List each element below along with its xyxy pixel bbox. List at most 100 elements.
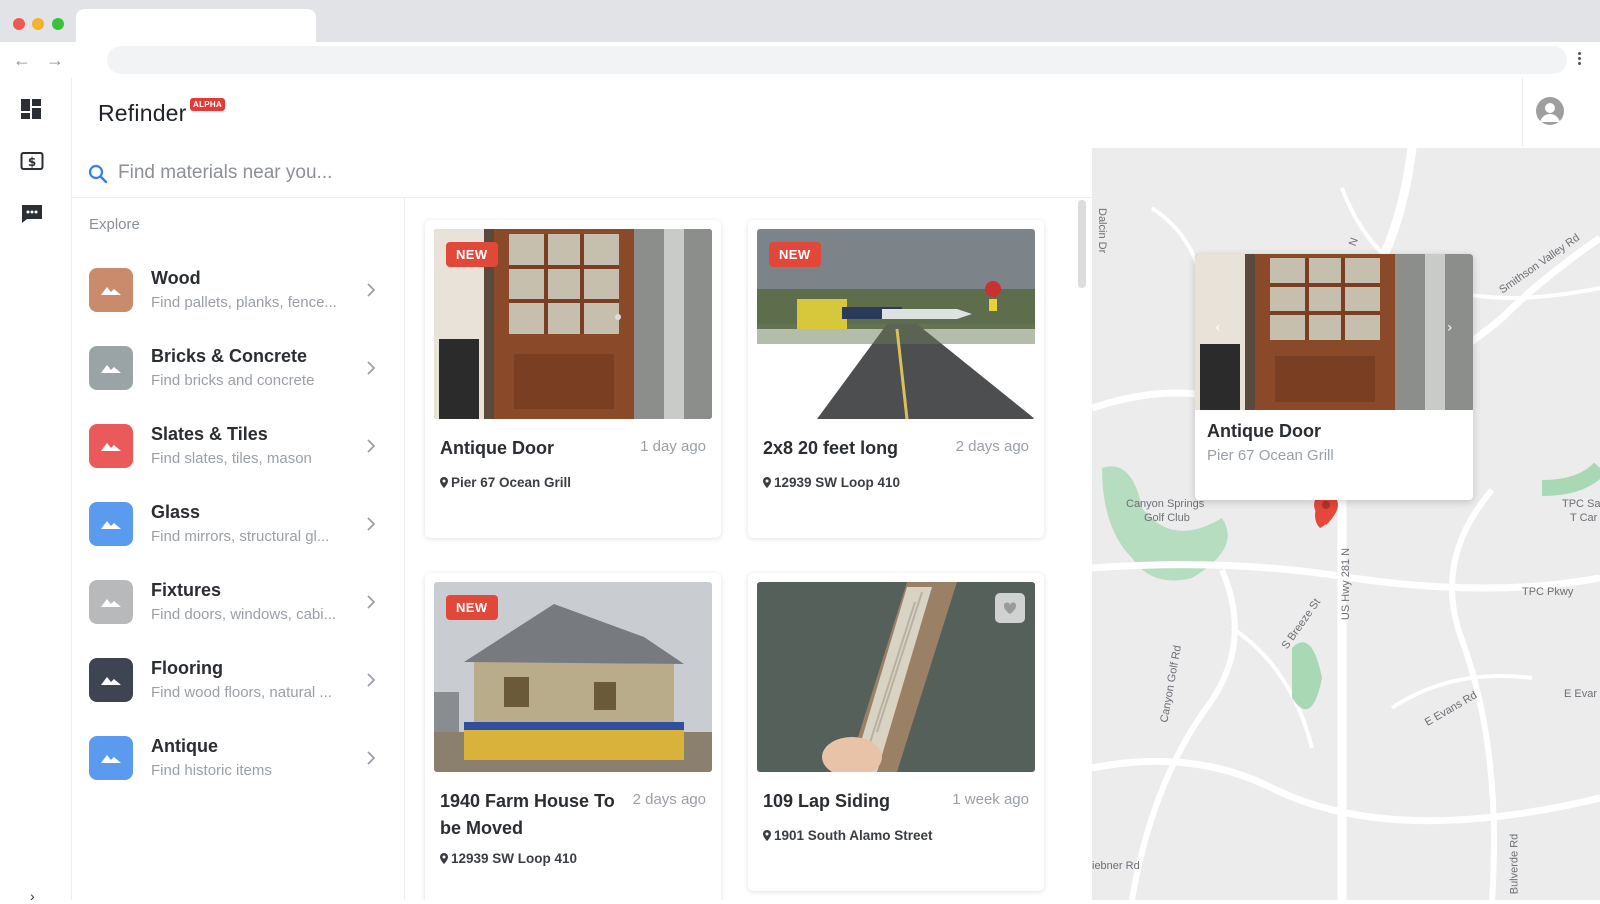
category-glass[interactable]: Glass Find mirrors, structural gl... (72, 490, 404, 560)
search-bar (72, 148, 1092, 198)
listing-time: 2 days ago (955, 438, 1029, 455)
nav-rail: $ › (0, 78, 72, 904)
category-wood[interactable]: Wood Find pallets, planks, fence... (72, 256, 404, 326)
explore-heading: Explore (89, 216, 140, 233)
map-label: Canyon Springs (1126, 498, 1205, 510)
map-label: T Car (1570, 512, 1598, 524)
chevron-right-icon (367, 439, 376, 453)
new-badge: NEW (769, 242, 821, 267)
chevron-right-icon (367, 517, 376, 531)
address-bar[interactable] (107, 46, 1567, 74)
map-label: Golf Club (1144, 512, 1190, 524)
main-content: Explore Wood Find pallets, planks, fence… (72, 148, 1092, 900)
search-input[interactable] (118, 156, 1018, 190)
popup-title: Antique Door (1207, 421, 1321, 441)
svg-text:‹: ‹ (1215, 320, 1221, 336)
messages-icon[interactable] (20, 202, 44, 226)
category-subtitle: Find doors, windows, cabi... (151, 606, 337, 623)
category-antique[interactable]: Antique Find historic items (72, 724, 404, 794)
image-placeholder-icon (89, 502, 133, 546)
category-bricks-concrete[interactable]: Bricks & Concrete Find bricks and concre… (72, 334, 404, 404)
browser-tab[interactable] (76, 9, 316, 42)
location-pin-icon (763, 477, 771, 488)
listing-photo-siding (757, 582, 1035, 772)
category-subtitle: Find historic items (151, 762, 272, 779)
image-placeholder-icon (89, 268, 133, 312)
category-fixtures[interactable]: Fixtures Find doors, windows, cabi... (72, 568, 404, 638)
listing-location-text: Pier 67 Ocean Grill (451, 475, 572, 490)
map-label: Dalcin Dr (1096, 208, 1108, 254)
close-window-dot[interactable] (13, 18, 25, 30)
minimize-window-dot[interactable] (32, 18, 44, 30)
listing-photo-house: NEW (434, 582, 712, 772)
svg-text:$: $ (28, 155, 36, 169)
listing-card[interactable]: 109 Lap Siding 1 week ago 1901 South Ala… (748, 573, 1044, 891)
category-title: Fixtures (151, 580, 222, 600)
category-title: Glass (151, 502, 201, 522)
category-title: Flooring (151, 658, 223, 678)
listing-title: 1940 Farm House To be Moved (440, 791, 615, 838)
chevron-right-icon (367, 595, 376, 609)
listing-location: 1901 South Alamo Street (763, 828, 933, 843)
chevron-right-icon (367, 673, 376, 687)
image-placeholder-icon (89, 736, 133, 780)
listing-card[interactable]: NEW 2x8 20 feet long 2 days ago 12939 SW… (748, 220, 1044, 538)
listings-grid: NEW Antique Door 1 day ago Pier 67 Ocean… (406, 198, 1092, 900)
browser-window: ← → $ › Refinder ALPHA Find materials ne… (0, 0, 1600, 904)
image-placeholder-icon (89, 424, 133, 468)
listing-location: 12939 SW Loop 410 (440, 851, 577, 866)
listing-card[interactable]: NEW Antique Door 1 day ago Pier 67 Ocean… (425, 220, 721, 538)
category-subtitle: Find bricks and concrete (151, 372, 315, 389)
map-label: US Hwy 281 N (1340, 547, 1353, 621)
category-subtitle: Find pallets, planks, fence... (151, 294, 337, 311)
listing-time: 1 day ago (640, 438, 706, 455)
listing-card[interactable]: NEW 1940 Farm House To be Moved 2 days a… (425, 573, 721, 900)
new-badge: NEW (446, 595, 498, 620)
map-label: iebner Rd (1092, 860, 1140, 872)
billing-icon[interactable]: $ (20, 150, 44, 174)
listings-scrollbar[interactable] (1078, 200, 1086, 288)
location-pin-icon (763, 830, 771, 841)
listing-title: Antique Door (440, 438, 554, 458)
chevron-right-icon (367, 283, 376, 297)
user-avatar-icon[interactable] (1536, 97, 1564, 125)
popup-photo-door: ‹ › (1195, 254, 1473, 410)
dashboard-icon[interactable] (20, 98, 44, 122)
browser-menu-icon[interactable] (1574, 50, 1584, 70)
back-arrow-icon[interactable]: ← (13, 50, 31, 70)
listing-title: 2x8 20 feet long (763, 438, 899, 458)
app-root: $ › Refinder ALPHA Exp (0, 78, 1600, 904)
expand-rail-icon[interactable]: › (30, 888, 35, 904)
app-header: Refinder ALPHA (72, 78, 1600, 148)
map-popup-card[interactable]: ‹ › Antique Door Pier 67 Ocean Grill (1195, 254, 1473, 500)
favorite-heart-icon[interactable] (995, 593, 1025, 623)
category-title: Bricks & Concrete (151, 346, 308, 366)
map-label: TPC Pkwy (1522, 586, 1574, 598)
map-label: E Evar (1564, 688, 1598, 700)
category-title: Slates & Tiles (151, 424, 268, 444)
listing-title: 109 Lap Siding (763, 791, 891, 811)
category-subtitle: Find wood floors, natural ... (151, 684, 332, 701)
map-view[interactable]: Dalcin Dr Smithson Valley Rd Canyon Spri… (1092, 148, 1600, 900)
svg-text:›: › (1447, 320, 1453, 336)
category-slates-tiles[interactable]: Slates & Tiles Find slates, tiles, mason (72, 412, 404, 482)
new-badge: NEW (446, 242, 498, 267)
category-flooring[interactable]: Flooring Find wood floors, natural ... (72, 646, 404, 716)
image-placeholder-icon (89, 658, 133, 702)
header-divider (1522, 78, 1523, 146)
maximize-window-dot[interactable] (52, 18, 64, 30)
listing-time: 1 week ago (952, 791, 1029, 808)
app-logo[interactable]: Refinder (98, 100, 187, 127)
map-label: Bulverde Rd (1508, 833, 1521, 895)
browser-titlebar (0, 0, 1600, 42)
popup-subtitle: Pier 67 Ocean Grill (1207, 447, 1334, 464)
chevron-right-icon (367, 361, 376, 375)
chevron-right-icon (367, 751, 376, 765)
listing-location-text: 12939 SW Loop 410 (774, 475, 901, 490)
listing-location: Pier 67 Ocean Grill (440, 475, 571, 490)
forward-arrow-icon[interactable]: → (46, 50, 64, 70)
map-label: TPC Sa (1562, 498, 1600, 510)
image-placeholder-icon (89, 346, 133, 390)
listing-photo-door: NEW (434, 229, 712, 419)
alpha-badge: ALPHA (190, 98, 226, 111)
